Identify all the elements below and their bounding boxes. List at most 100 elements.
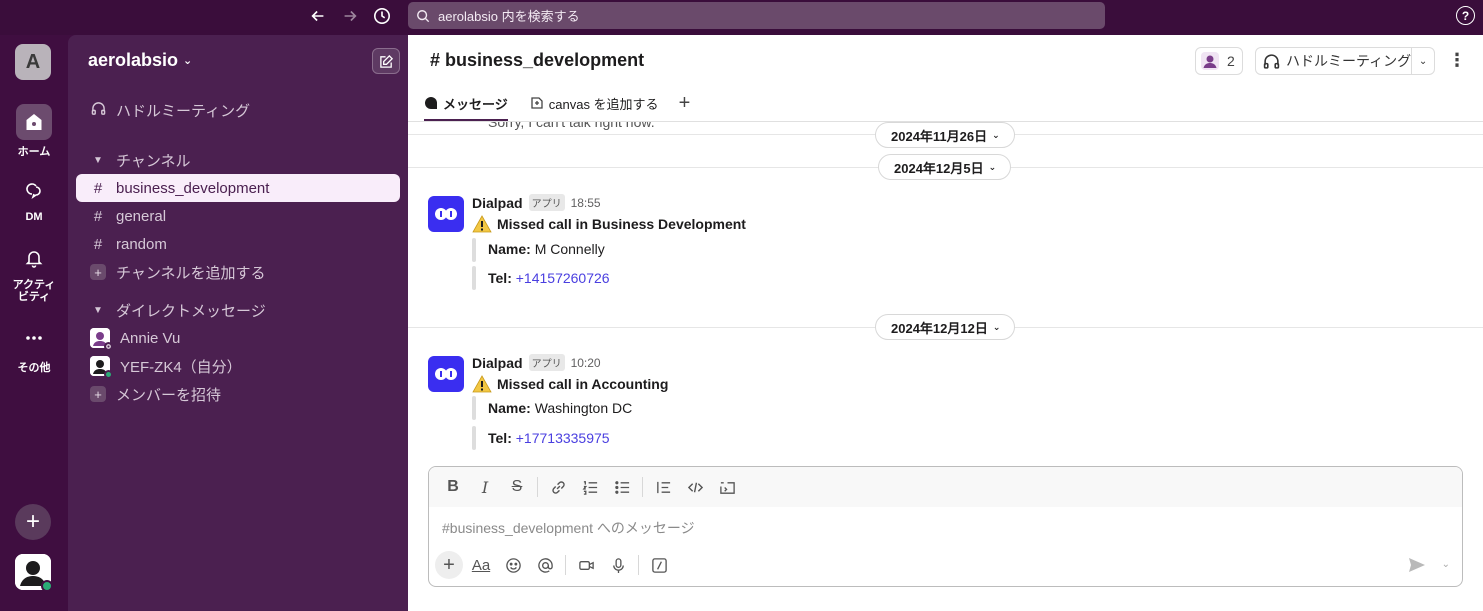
field-name: Name: M Connelly <box>488 241 605 257</box>
rail-activity[interactable]: アクティビティ <box>0 240 68 303</box>
help-icon[interactable]: ? <box>1456 6 1475 25</box>
field-label: Tel: <box>488 270 512 286</box>
avatar <box>90 356 113 379</box>
date-label: 2024年12月5日 <box>894 160 984 176</box>
slash-command-icon[interactable] <box>645 551 673 579</box>
attachment-bar <box>472 396 476 420</box>
app-badge: アプリ <box>528 354 565 371</box>
sidebar-item-business-development[interactable]: # business_development <box>76 174 400 202</box>
sidebar-item-general[interactable]: # general <box>76 202 400 230</box>
back-arrow-icon[interactable] <box>305 4 331 28</box>
toolbar-separator <box>638 555 639 575</box>
field-tel: Tel: +17713335975 <box>488 430 610 446</box>
video-icon[interactable] <box>572 551 600 579</box>
search-input[interactable]: aerolabsio 内を検索する <box>408 2 1105 29</box>
sidebar-item-huddles[interactable]: ハドルミーティング <box>76 96 400 124</box>
blockquote-icon[interactable] <box>649 473 677 501</box>
invite-members-button[interactable]: + メンバーを招待 <box>76 380 400 408</box>
link-icon[interactable] <box>544 473 572 501</box>
date-divider[interactable]: 2024年12月5日 ⌄ <box>878 154 1012 180</box>
rail-more[interactable]: その他 <box>0 320 68 375</box>
italic-icon[interactable]: I <box>471 473 499 501</box>
kebab-menu-icon[interactable]: ⋮ <box>1448 49 1466 73</box>
history-clock-icon[interactable] <box>369 4 395 28</box>
tab-label: canvas を追加する <box>548 96 659 112</box>
sidebar-dm-annie-vu[interactable]: Annie Vu <box>76 324 400 352</box>
dialpad-logo-icon[interactable] <box>428 356 464 392</box>
warning-icon <box>472 375 492 393</box>
channel-title[interactable]: # business_development <box>430 50 644 71</box>
add-channel-button[interactable]: + チャンネルを追加する <box>76 258 400 286</box>
sidebar-dm-self[interactable]: YEF-ZK4（自分） <box>76 352 400 380</box>
tab-messages[interactable]: メッセージ <box>424 85 508 121</box>
more-dots-icon <box>16 320 52 356</box>
workspace-menu[interactable]: aerolabsio ⌄ <box>88 50 192 71</box>
chevron-down-icon[interactable]: ⌄ <box>1412 56 1434 67</box>
huddle-label: ハドルミーティング <box>1286 53 1412 69</box>
field-label: Name: <box>488 241 531 257</box>
rail-dm[interactable]: DM <box>0 172 68 223</box>
message-sender[interactable]: Dialpad <box>472 195 523 211</box>
field-value: M Connelly <box>534 241 605 257</box>
send-icon[interactable] <box>1407 555 1427 575</box>
channel-view: # business_development 2 ハドルミーティング ⌄ ⋮ メ… <box>408 35 1483 611</box>
search-icon <box>417 9 430 22</box>
sidebar-section-dms[interactable]: ▼ ダイレクトメッセージ <box>76 296 400 324</box>
dialpad-logo-icon[interactable] <box>428 196 464 232</box>
code-block-icon[interactable] <box>713 473 741 501</box>
sidebar-section-channels[interactable]: ▼ チャンネル <box>76 146 400 174</box>
message-bubble-icon <box>425 97 437 109</box>
compose-button[interactable] <box>372 48 400 74</box>
field-tel: Tel: +14157260726 <box>488 270 610 286</box>
hash-icon: # <box>93 207 103 225</box>
mention-icon[interactable] <box>531 551 559 579</box>
bulleted-list-icon[interactable] <box>608 473 636 501</box>
huddle-button[interactable]: ハドルミーティング <box>1256 48 1413 74</box>
message-input[interactable]: #business_development へのメッセージ <box>442 518 695 538</box>
message-composer[interactable]: B I S #business_development へのメッセージ + Aa… <box>428 466 1463 587</box>
dm-name: YEF-ZK4（自分） <box>120 358 242 376</box>
add-tab-icon[interactable]: + <box>679 92 691 115</box>
ordered-list-icon[interactable] <box>576 473 604 501</box>
sidebar-item-random[interactable]: # random <box>76 230 400 258</box>
tab-label: メッセージ <box>443 96 508 112</box>
add-workspace-button[interactable]: + <box>15 504 51 540</box>
code-icon[interactable] <box>681 473 709 501</box>
phone-link[interactable]: +17713335975 <box>516 430 610 446</box>
emoji-icon[interactable] <box>499 551 527 579</box>
bell-icon <box>16 240 52 276</box>
strikethrough-icon[interactable]: S <box>503 473 531 501</box>
bold-icon[interactable]: B <box>439 473 467 501</box>
presence-online-icon <box>41 580 53 592</box>
rail-home[interactable]: ホーム <box>0 104 68 159</box>
canvas-icon <box>531 97 543 109</box>
rail-home-label: ホーム <box>17 146 51 158</box>
phone-link[interactable]: +14157260726 <box>516 270 610 286</box>
add-channel-label: チャンネルを追加する <box>116 264 266 282</box>
message-sender[interactable]: Dialpad <box>472 355 523 371</box>
rail-dm-label: DM <box>25 211 43 223</box>
forward-arrow-icon[interactable] <box>337 4 363 28</box>
chevron-down-icon[interactable]: ⌄ <box>1442 559 1450 570</box>
message-time[interactable]: 10:20 <box>571 356 601 370</box>
huddle-button-group: ハドルミーティング ⌄ <box>1255 47 1435 75</box>
date-divider[interactable]: 2024年12月12日 ⌄ <box>875 314 1016 340</box>
tab-add-canvas[interactable]: canvas を追加する <box>530 85 659 121</box>
compose-icon <box>379 54 393 68</box>
top-bar: aerolabsio 内を検索する ? <box>0 0 1483 35</box>
field-name: Name: Washington DC <box>488 400 632 416</box>
workspace-avatar[interactable]: A <box>15 44 51 80</box>
members-button[interactable]: 2 <box>1195 47 1243 75</box>
microphone-icon[interactable] <box>604 551 632 579</box>
message-header: Dialpad アプリ 10:20 <box>472 354 601 371</box>
date-divider[interactable]: 2024年11月26日 ⌄ <box>875 122 1015 148</box>
invite-label: メンバーを招待 <box>116 386 222 404</box>
attach-plus-icon[interactable]: + <box>435 551 463 579</box>
member-count: 2 <box>1227 53 1235 69</box>
avatar <box>90 328 113 351</box>
formatting-toggle-button[interactable]: Aa <box>467 551 495 579</box>
message-time[interactable]: 18:55 <box>571 196 601 210</box>
channels-header: チャンネル <box>116 152 191 170</box>
message-list[interactable]: Sorry, I can't talk right now. 2024年11月2… <box>408 122 1483 464</box>
presence-online-icon <box>104 370 113 379</box>
